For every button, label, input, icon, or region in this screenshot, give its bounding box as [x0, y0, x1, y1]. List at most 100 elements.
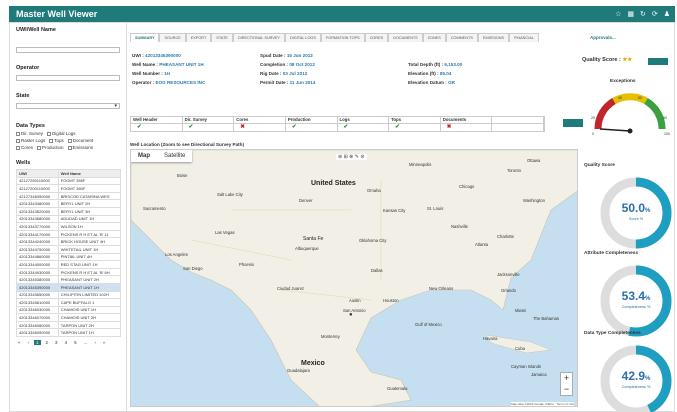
data-type-checkbox[interactable]: Digital Logs: [47, 131, 76, 136]
well-uwi-cell: 42013345390000: [16, 282, 59, 292]
refresh-icon[interactable]: ↻: [640, 10, 646, 18]
user-icon[interactable]: ♟: [664, 10, 670, 18]
data-type-checkbox[interactable]: Cores: [16, 145, 33, 150]
tab-source[interactable]: SOURCE: [159, 33, 186, 42]
table-row[interactable]: 42013343680000 ADUDAD UNIT 1H: [16, 214, 122, 224]
pager-button[interactable]: »: [101, 340, 108, 345]
table-row[interactable]: 42013344240000 BRICK HOUSE UNIT 4H: [16, 237, 122, 246]
tab-digital-logs[interactable]: DIGITAL LOGS: [284, 33, 321, 42]
satellite-tab[interactable]: Satellite: [157, 150, 192, 162]
map-city-label: Cuba: [515, 346, 526, 351]
checkbox-icon[interactable]: [47, 131, 52, 136]
data-type-checkbox[interactable]: Document: [67, 138, 93, 143]
pager-button[interactable]: 4: [63, 340, 70, 345]
well-map[interactable]: Map Satellite ⊕ ⊞ ⊗ ✎ ⊘ + − Map data ©20…: [130, 149, 578, 407]
table-row[interactable]: 42127250110000 FOGMT 355F: [16, 176, 122, 186]
data-type-checkbox[interactable]: Dir. Survey: [16, 131, 43, 136]
main-content: SUMMARY SOURCE EXPORT STATE DIRECTIONAL SURV…: [128, 23, 616, 411]
table-row[interactable]: 42013346080000 TARPON UNIT 2H: [16, 320, 122, 330]
pager-button[interactable]: 5: [72, 340, 79, 345]
tab-emissions[interactable]: EMISSIONS: [477, 33, 510, 42]
checkbox-icon[interactable]: [37, 145, 42, 150]
map-type-tabs: Map Satellite: [131, 150, 193, 162]
tab-formation-tops[interactable]: FORMATION TOPS: [320, 33, 365, 42]
operator-value: EOG RESOURCES INC: [155, 80, 206, 85]
table-row[interactable]: 42013343480000 BERYL UNIT 2H: [16, 199, 122, 208]
zoom-out-button[interactable]: −: [561, 384, 572, 395]
table-row[interactable]: 42013344860000 PINTAIL UNIT 4H: [16, 252, 122, 262]
table-row[interactable]: 42013344170000 PICKENS R H ET AL 'B' 11: [16, 229, 122, 239]
uwi-input[interactable]: [16, 47, 120, 53]
well-uwi-cell: 42013343480000: [16, 199, 59, 208]
star-icon[interactable]: ☆: [615, 10, 621, 18]
map-city-label: Gulf of Mexico: [415, 322, 442, 327]
checkbox-icon[interactable]: [16, 145, 20, 150]
donut-title: Data Type Completeness: [584, 331, 641, 336]
well-name-header[interactable]: Well Name: [57, 169, 122, 178]
score-action-button[interactable]: [648, 58, 668, 65]
well-name-cell: WILSON 1H: [57, 222, 122, 231]
map-toolbar[interactable]: ⊕ ⊞ ⊗ ✎ ⊘: [336, 154, 367, 160]
pager-button[interactable]: «: [16, 340, 23, 345]
table-row[interactable]: 42013346030000 CHAMOIS UNIT 1H: [16, 305, 122, 315]
tab-export[interactable]: EXPORT: [185, 33, 212, 42]
data-type-checkbox[interactable]: Tops: [49, 138, 64, 143]
checkbox-icon[interactable]: [16, 138, 20, 143]
data-type-checkbox[interactable]: Emissions: [67, 145, 93, 150]
pager-button[interactable]: ‹: [26, 340, 32, 345]
table-row[interactable]: 42013345650000 CHILIPITIN LIMITED 102H: [16, 290, 122, 300]
map-tab[interactable]: Map: [131, 150, 157, 162]
checkbox-icon[interactable]: [67, 138, 72, 143]
detail-tabs: SUMMARY SOURCE EXPORT STATE DIRECTIONAL SURV…: [130, 33, 539, 42]
table-row[interactable]: 42127348390000 BRISCOE CATARINA WES: [16, 191, 122, 201]
checkbox-icon[interactable]: [67, 145, 72, 150]
checkbox-icon[interactable]: [16, 131, 20, 136]
table-row[interactable]: 42127200110000 FOGMT 360F: [16, 184, 122, 193]
well-uwi-cell: 42013344170000: [16, 229, 59, 239]
operator-input[interactable]: [16, 75, 120, 81]
grid-icon[interactable]: ▦: [627, 10, 634, 18]
data-type-checkbox[interactable]: Production: [37, 145, 64, 150]
table-row[interactable]: 42013345380000 PHEASANT UNIT 2H: [16, 275, 122, 284]
grid-column: Production ✔: [285, 117, 338, 131]
table-row[interactable]: 42013346090000 TARPON UNIT 1H: [16, 328, 122, 338]
state-select[interactable]: [16, 103, 120, 109]
grid-status: [492, 124, 543, 132]
grid-header: Production: [285, 117, 337, 124]
pager-button[interactable]: ...: [82, 340, 90, 345]
check-icon: ✔: [395, 124, 400, 130]
tab-documents[interactable]: DOCUMENTS: [388, 33, 423, 42]
well-name-cell: ADUDAD UNIT 1H: [57, 214, 122, 224]
map-region-label: Santa Fe: [303, 236, 324, 242]
pager-button[interactable]: 2: [44, 340, 51, 345]
check-icon: ✔: [343, 124, 349, 130]
well-name-cell: PHEASANT UNIT 2H: [57, 275, 122, 284]
data-type-checkbox[interactable]: Raster Logs: [16, 138, 45, 143]
tab-financial[interactable]: FINANCIAL: [509, 33, 539, 42]
pager-button[interactable]: 3: [53, 340, 60, 345]
tab-cores[interactable]: CORES: [364, 33, 389, 42]
table-row[interactable]: 42013343770000 WILSON 1H: [16, 222, 122, 231]
table-row[interactable]: 42013343520000 BERYL UNIT 3H: [16, 206, 122, 216]
tab-zones[interactable]: ZONES: [422, 33, 446, 42]
map-city-label: Albuquerque: [295, 246, 319, 251]
zoom-in-button[interactable]: +: [561, 373, 572, 384]
uwi-header[interactable]: UWI: [16, 169, 59, 178]
table-row[interactable]: 42013345810000 CAPE BUFFALO 1: [16, 298, 122, 307]
table-row[interactable]: 42013344790000 WHITETAIL UNIT 1H: [16, 244, 122, 254]
share-icon[interactable]: ⟳: [652, 10, 658, 18]
tab-directional-survey[interactable]: DIRECTIONAL SURVEY: [232, 33, 285, 42]
table-row[interactable]: 42013345390000 PHEASANT UNIT 1H: [16, 282, 122, 292]
tab-comments[interactable]: COMMENTS: [445, 33, 478, 42]
map-city-label: Las Vegas: [215, 230, 235, 235]
pager-button[interactable]: 1: [34, 340, 41, 346]
table-row[interactable]: 42013344000000 RED STAG UNIT 1H: [16, 260, 122, 269]
gauge-tick: 60: [638, 96, 642, 100]
checkbox-icon[interactable]: [49, 138, 54, 143]
well-location-marker[interactable]: ●: [349, 312, 353, 318]
table-row[interactable]: 42013346070000 CHAMOIS UNIT 2H: [16, 313, 122, 322]
tab-state[interactable]: STATE: [211, 33, 233, 42]
tab-summary[interactable]: SUMMARY: [130, 33, 160, 42]
pager-button[interactable]: ›: [92, 340, 98, 345]
table-row[interactable]: 42013344930000 PICKENS R H ET AL 'B' 6H: [16, 267, 122, 277]
